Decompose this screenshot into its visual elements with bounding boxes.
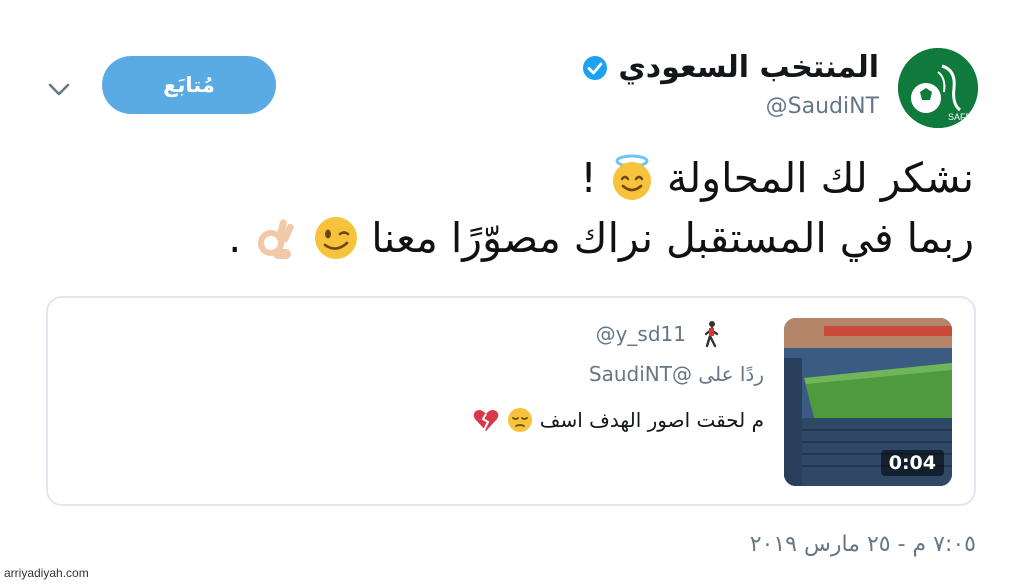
pensive-emoji [507,408,532,432]
tweet-line-1-text: نشكر لك المحاولة [666,154,974,202]
quoted-tweet-text: م لحقت اصور الهدف اسف [472,406,764,434]
video-duration: 0:04 [880,450,944,476]
broken-heart-emoji [473,410,499,431]
quoted-handle[interactable]: @y_sd11 [596,322,686,346]
winking-emoji [315,217,358,259]
quoted-tweet-card[interactable]: 0:04 @y_sd11 ردًا على @SaudiNT م لحقت اص… [46,296,976,506]
quoted-author[interactable]: @y_sd11 [596,320,726,348]
tweet-text: نشكر لك المحاولة ! ربما في المستقبل نراك… [74,148,974,268]
watermark: arriyadiyah.com [4,566,89,580]
person-walking-emoji [704,321,719,348]
tweet-line-2: ربما في المستقبل نراك مصوّرًا معنا . [74,208,974,268]
user-handle[interactable]: @SaudiNT [766,94,879,119]
chevron-down-icon[interactable] [44,74,74,104]
reply-to-line: ردًا على @SaudiNT [588,362,764,386]
display-name-text[interactable]: المنتخب السعودي [618,50,879,85]
avatar[interactable]: SAFF [898,48,978,128]
saff-logo-icon: SAFF [898,48,978,128]
tweet-line-2-suffix: . [228,214,242,262]
tweet-line-1: نشكر لك المحاولة ! [74,148,974,208]
following-button[interactable]: مُتابَع [102,56,276,114]
svg-text:SAFF: SAFF [948,112,972,122]
tweet-line-2-text: ربما في المستقبل نراك مصوّرًا معنا [371,214,974,262]
verified-badge-icon [583,55,608,80]
display-name[interactable]: المنتخب السعودي [582,50,879,85]
video-thumbnail[interactable]: 0:04 [784,318,952,486]
ok-hand-emoji [258,219,294,259]
smiling-halo-emoji [612,154,651,200]
tweet-line-1-suffix: ! [580,154,597,202]
tweet-timestamp[interactable]: ٧:٠٥ م - ٢٥ مارس ٢٠١٩ [750,532,976,557]
quoted-text-body: م لحقت اصور الهدف اسف [539,408,764,432]
